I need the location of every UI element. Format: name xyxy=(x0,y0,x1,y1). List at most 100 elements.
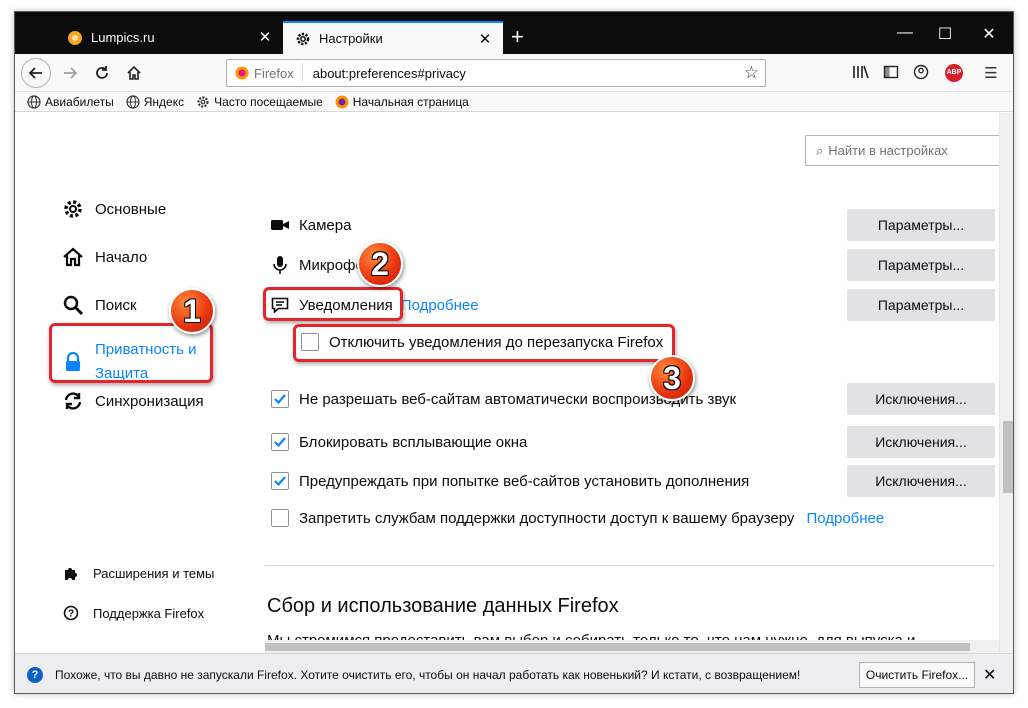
reload-icon[interactable] xyxy=(89,60,115,86)
close-icon[interactable]: ✕ xyxy=(983,665,996,685)
checkmark-icon xyxy=(274,437,286,448)
step-badge-3: 3 xyxy=(649,355,695,401)
checkbox-label: Предупреждать при попытке веб-сайтов уст… xyxy=(299,472,750,490)
library-icon[interactable] xyxy=(851,64,871,84)
horizontal-scrollbar-thumb[interactable] xyxy=(265,643,970,651)
back-icon[interactable] xyxy=(21,58,51,88)
popups-exceptions-button[interactable]: Исключения... xyxy=(847,426,995,458)
notifications-settings-button[interactable]: Параметры... xyxy=(847,289,995,321)
refresh-firefox-button[interactable]: Очистить Firefox... xyxy=(859,662,975,688)
bookmark-star-icon[interactable]: ☆ xyxy=(744,63,759,83)
vertical-scrollbar-thumb[interactable] xyxy=(1003,421,1013,493)
section-divider xyxy=(265,565,995,566)
sidebar-item-general[interactable]: Основные xyxy=(61,197,166,221)
sidebar-item-search[interactable]: Поиск xyxy=(61,293,137,317)
close-tab-icon[interactable]: ✕ xyxy=(477,30,493,48)
gear-icon xyxy=(196,95,210,109)
new-tab-icon[interactable]: + xyxy=(511,24,524,50)
firefox-icon xyxy=(335,95,349,109)
sidebar-item-label: Синхронизация xyxy=(95,392,204,410)
search-icon xyxy=(61,293,85,317)
identity-label: Firefox xyxy=(254,65,294,81)
adblock-plus-icon[interactable]: ABP xyxy=(945,64,963,82)
permission-label: Камера xyxy=(299,216,352,234)
bookmark-folder[interactable]: Часто посещаемые xyxy=(196,95,323,109)
firefox-icon xyxy=(235,66,249,80)
tab-title: Настройки xyxy=(319,31,383,46)
identity-box[interactable]: Firefox xyxy=(227,63,303,83)
microphone-settings-button[interactable]: Параметры... xyxy=(847,249,995,281)
camera-icon xyxy=(271,216,289,234)
lumpics-favicon-icon xyxy=(67,30,83,46)
menu-icon[interactable]: ☰ xyxy=(981,64,1001,84)
tab-lumpics[interactable]: Lumpics.ru ✕ xyxy=(55,21,283,54)
sidebar-item-label: Основные xyxy=(95,200,167,218)
close-window-icon[interactable]: ✕ xyxy=(979,24,999,44)
navigation-toolbar: Firefox about:preferences#privacy ☆ ABP … xyxy=(15,54,1013,92)
sidebar-item-label: Расширения и темы xyxy=(93,565,215,581)
home-icon xyxy=(61,245,85,269)
tab-strip: Lumpics.ru ✕ Настройки ✕ + — ☐ ✕ xyxy=(15,12,1013,54)
highlight-pause-notifications xyxy=(293,324,675,362)
checkmark-icon xyxy=(274,476,286,487)
bookmark-item[interactable]: Начальная страница xyxy=(335,95,469,109)
learn-more-link[interactable]: Подробнее xyxy=(806,510,884,527)
sidebar-item-home[interactable]: Начало xyxy=(61,245,147,269)
preferences-content: ⌕ Найти в настройках Основные Начало Пои… xyxy=(15,113,999,653)
browser-window: Lumpics.ru ✕ Настройки ✕ + — ☐ ✕ Firefox… xyxy=(14,11,1014,694)
sidebar-item-label: Поддержка Firefox xyxy=(93,605,205,621)
puzzle-icon xyxy=(63,565,79,581)
camera-settings-button[interactable]: Параметры... xyxy=(847,209,995,241)
bookmark-item[interactable]: Яндекс xyxy=(126,95,184,109)
sidebar-item-label: Поиск xyxy=(95,296,137,314)
tab-title: Lumpics.ru xyxy=(91,30,155,45)
step-badge-2: 2 xyxy=(357,241,403,287)
tab-settings[interactable]: Настройки ✕ xyxy=(283,21,503,54)
bookmark-item[interactable]: Авиабилеты xyxy=(27,95,114,109)
sidebar-item-label: Начало xyxy=(95,248,148,266)
addons-checkbox[interactable] xyxy=(271,472,289,490)
popups-row: Блокировать всплывающие окна xyxy=(271,433,527,451)
minimize-icon[interactable]: — xyxy=(895,24,915,42)
learn-more-link[interactable]: Подробнее xyxy=(401,297,479,314)
bookmark-label: Яндекс xyxy=(143,94,185,109)
notification-bar: ? Похоже, что вы давно не запускали Fire… xyxy=(15,653,1013,693)
url-bar[interactable]: Firefox about:preferences#privacy ☆ xyxy=(226,59,766,87)
search-icon: ⌕ xyxy=(816,142,824,158)
settings-search-input[interactable]: ⌕ Найти в настройках xyxy=(805,135,999,166)
search-placeholder: Найти в настройках xyxy=(828,143,948,158)
accessibility-checkbox[interactable] xyxy=(271,509,289,527)
sync-icon xyxy=(61,389,85,413)
forward-icon[interactable] xyxy=(57,60,83,86)
bookmark-label: Авиабилеты xyxy=(45,94,114,109)
accessibility-row: Запретить службам поддержки доступности … xyxy=(271,509,884,527)
globe-icon xyxy=(27,94,41,109)
sidebar-item-addons[interactable]: Расширения и темы xyxy=(63,565,214,581)
bookmark-label: Часто посещаемые xyxy=(214,94,323,109)
autoplay-exceptions-button[interactable]: Исключения... xyxy=(847,383,995,415)
addons-exceptions-button[interactable]: Исключения... xyxy=(847,465,995,497)
horizontal-scrollbar[interactable] xyxy=(265,640,999,653)
gear-icon xyxy=(295,31,311,47)
autoplay-checkbox[interactable] xyxy=(271,390,289,408)
vertical-scrollbar[interactable] xyxy=(999,113,1013,653)
step-badge-1: 1 xyxy=(169,288,215,334)
account-icon[interactable] xyxy=(911,64,931,84)
sidebar-item-sync[interactable]: Синхронизация xyxy=(61,389,204,413)
permission-camera: Камера xyxy=(271,216,351,234)
microphone-icon xyxy=(271,256,289,274)
bookmarks-toolbar: Авиабилеты Яндекс Часто посещаемые Начал… xyxy=(15,92,1013,112)
url-text[interactable]: about:preferences#privacy xyxy=(303,66,466,81)
close-tab-icon[interactable]: ✕ xyxy=(257,28,273,46)
checkmark-icon xyxy=(274,394,286,405)
checkbox-label: Блокировать всплывающие окна xyxy=(299,433,528,451)
notification-text: Похоже, что вы давно не запускали Firefo… xyxy=(55,667,801,682)
home-icon[interactable] xyxy=(121,60,147,86)
bookmark-label: Начальная страница xyxy=(352,94,469,109)
gear-icon xyxy=(61,197,85,221)
popups-checkbox[interactable] xyxy=(271,433,289,451)
maximize-icon[interactable]: ☐ xyxy=(935,24,955,44)
help-icon: ? xyxy=(63,605,79,621)
sidebar-icon[interactable] xyxy=(881,64,901,84)
sidebar-item-support[interactable]: ? Поддержка Firefox xyxy=(63,605,204,621)
